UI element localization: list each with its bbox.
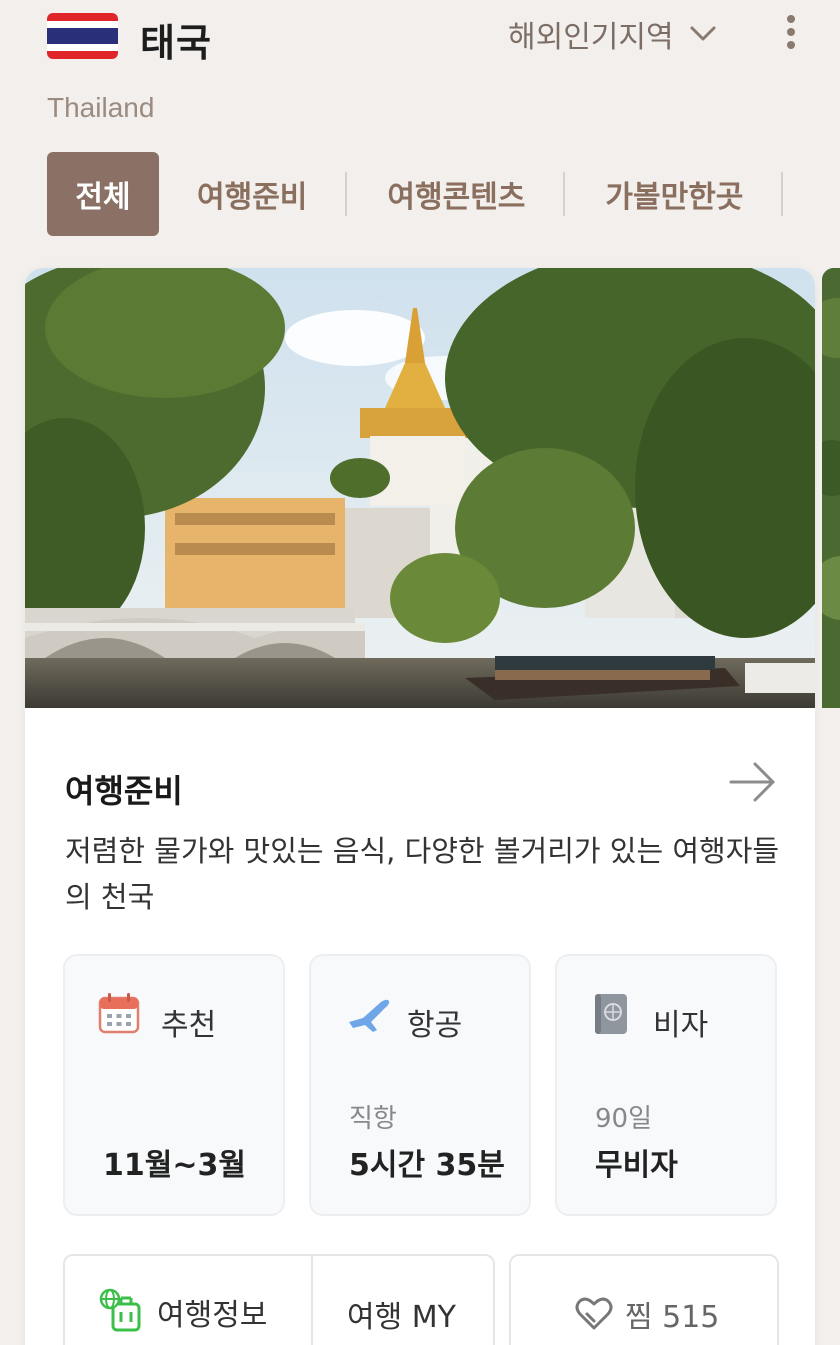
arrow-right-icon[interactable] xyxy=(727,758,779,806)
info-value: 11월~3월 xyxy=(103,1148,246,1183)
next-card-peek[interactable] xyxy=(822,268,840,708)
info-box-recommend[interactable]: 추천 11월~3월 xyxy=(63,954,285,1216)
info-sub: 직항 xyxy=(349,1104,397,1134)
info-label: 항공 xyxy=(407,1008,463,1043)
section-title: 여행준비 xyxy=(65,772,183,810)
info-sub: 90일 xyxy=(595,1104,653,1134)
info-label: 비자 xyxy=(653,1008,709,1043)
dot-icon xyxy=(787,15,795,23)
passport-icon xyxy=(595,994,627,1034)
more-menu-button[interactable] xyxy=(776,12,806,52)
action-row: 여행정보 여행 MY 찜 515 xyxy=(63,1254,779,1345)
tab-travel-prep[interactable]: 여행준비 xyxy=(159,152,345,236)
region-dropdown-label: 해외인기지역 xyxy=(508,20,674,55)
info-value: 5시간 35분 xyxy=(349,1148,505,1183)
save-group: 찜 515 xyxy=(509,1254,779,1345)
luggage-globe-icon xyxy=(99,1288,141,1332)
chevron-down-icon xyxy=(690,26,716,41)
save-button[interactable]: 찜 515 xyxy=(575,1292,719,1336)
travel-info-button[interactable]: 여행정보 xyxy=(99,1288,267,1336)
info-box-flight[interactable]: 항공 직항 5시간 35분 xyxy=(309,954,531,1216)
category-tabs: 전체 여행준비 여행콘텐츠 가볼만한곳 xyxy=(47,152,784,236)
section-description: 저렴한 물가와 맛있는 음식, 다양한 볼거리가 있는 여행자들의 천국 xyxy=(65,834,780,914)
country-subtitle: Thailand xyxy=(47,92,155,123)
action-divider xyxy=(311,1256,313,1345)
thailand-flag-icon xyxy=(47,13,118,59)
travel-my-button[interactable]: 여행 MY xyxy=(347,1292,456,1336)
dot-icon xyxy=(787,28,795,36)
info-value: 무비자 xyxy=(595,1148,678,1183)
hero-image[interactable] xyxy=(25,268,815,708)
region-dropdown[interactable]: 해외인기지역 xyxy=(508,12,718,56)
airplane-icon xyxy=(349,999,390,1032)
calendar-icon xyxy=(98,993,140,1034)
tab-all[interactable]: 전체 xyxy=(47,152,159,236)
travel-info-label: 여행정보 xyxy=(157,1298,268,1333)
country-title: 태국 xyxy=(140,21,212,65)
info-label: 추천 xyxy=(161,1008,217,1043)
tab-places[interactable]: 가볼만한곳 xyxy=(565,152,781,236)
header: 태국 해외인기지역 xyxy=(0,0,840,70)
info-box-visa[interactable]: 비자 90일 무비자 xyxy=(555,954,777,1216)
heart-icon xyxy=(575,1297,613,1330)
save-count: 찜 515 xyxy=(625,1300,720,1335)
destination-card: 여행준비 저렴한 물가와 맛있는 음식, 다양한 볼거리가 있는 여행자들의 천… xyxy=(25,268,815,1345)
travel-actions-group: 여행정보 여행 MY xyxy=(63,1254,495,1345)
tab-divider xyxy=(781,172,784,216)
tab-travel-content[interactable]: 여행콘텐츠 xyxy=(347,152,563,236)
dot-icon xyxy=(787,41,795,49)
